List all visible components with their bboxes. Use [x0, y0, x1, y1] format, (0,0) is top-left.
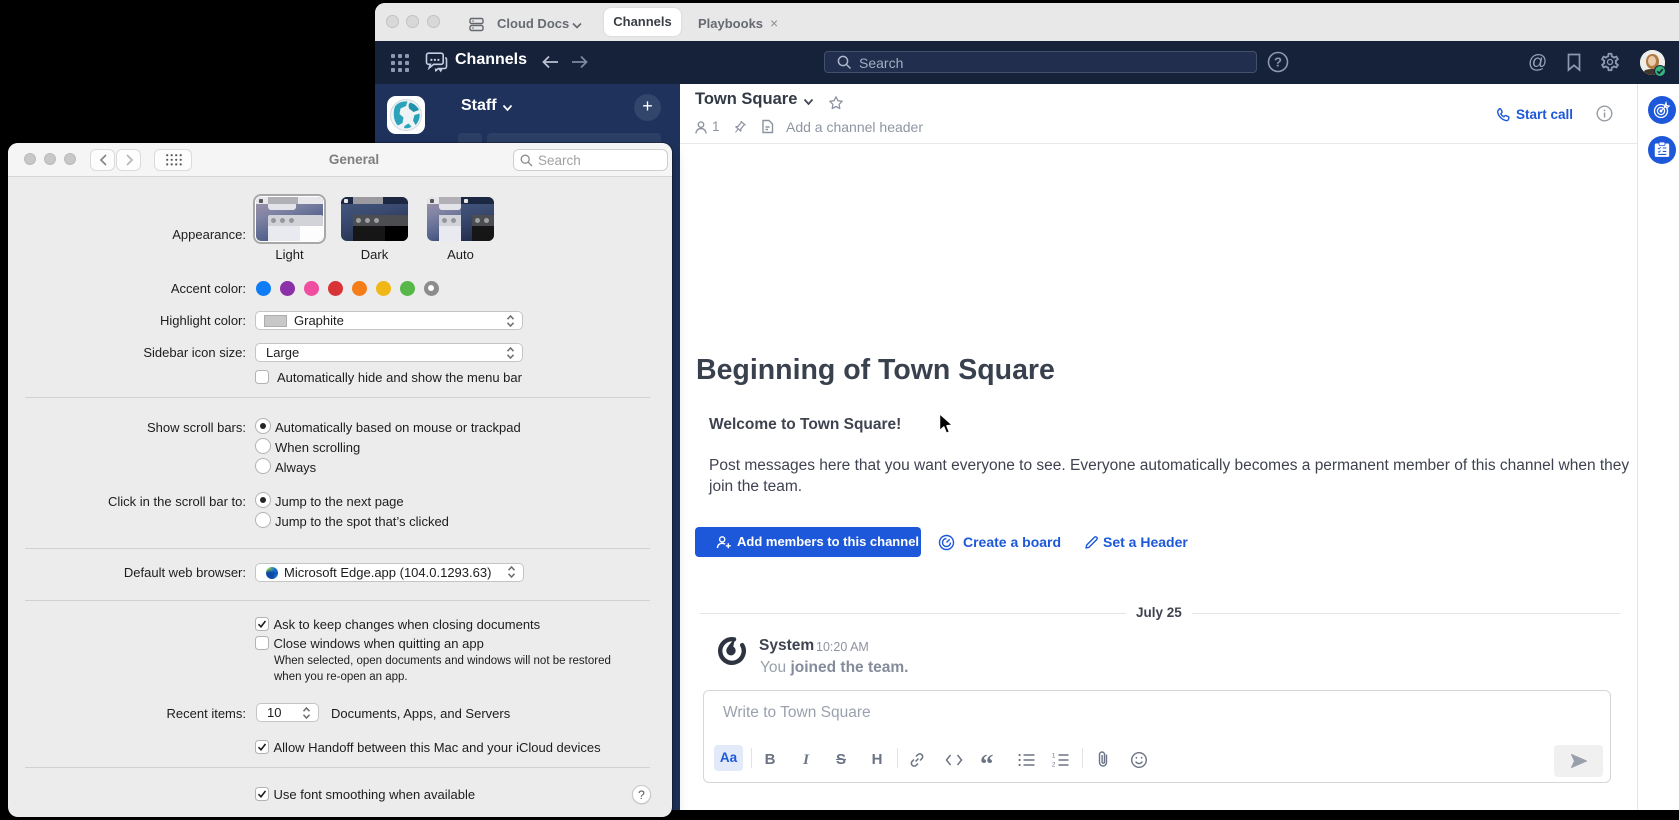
svg-text:2: 2 — [1052, 763, 1056, 767]
svg-text:1: 1 — [1052, 754, 1056, 760]
svg-text:?: ? — [1274, 55, 1282, 70]
